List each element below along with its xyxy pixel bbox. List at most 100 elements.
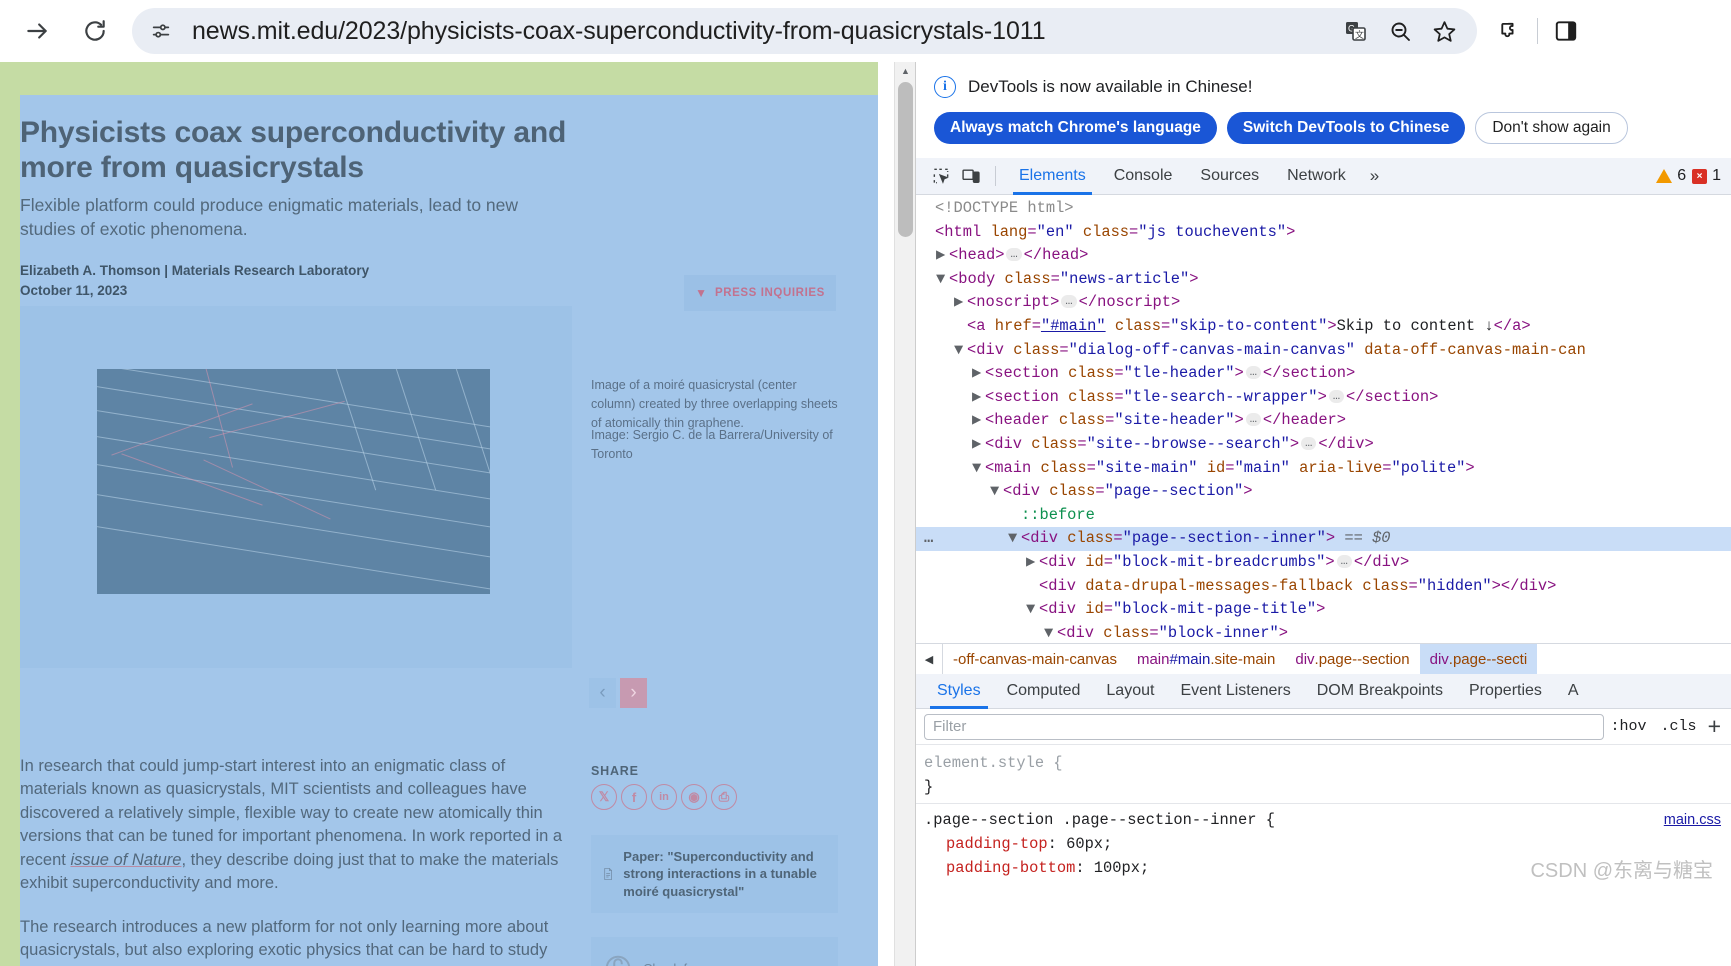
reload-button[interactable] [74,10,116,52]
dom-token: </ [1493,316,1513,335]
error-counter[interactable]: × 1 [1692,167,1721,185]
scrollbar-thumb[interactable] [898,82,913,237]
dom-node[interactable]: <div data-drupal-messages-fallback class… [916,575,1731,599]
tab-computed[interactable]: Computed [994,674,1094,709]
dom-token: "block-mit-breadcrumbs" [1112,552,1326,571]
dom-node[interactable]: ▶ <noscript>… </noscript> [916,291,1731,315]
collapse-arrow-icon[interactable]: ▶ [1026,551,1039,575]
forward-button[interactable] [16,10,58,52]
always-match-language-button[interactable]: Always match Chrome's language [934,112,1217,144]
breadcrumb-item-page-section[interactable]: div .page--section [1285,644,1419,674]
expand-arrow-icon[interactable]: ▼ [972,457,985,481]
breadcrumb-item-page-section-inner[interactable]: div .page--secti [1419,644,1538,674]
new-style-rule-button[interactable]: + [1704,715,1725,738]
nature-issue-link[interactable]: issue of Nature [70,851,181,869]
dom-node[interactable]: ▶ <section class="tle-search--wrapper">… <… [916,386,1731,410]
site-info-button[interactable] [144,14,178,48]
dom-node[interactable]: ▼ <div class="dialog-off-canvas-main-canv… [916,339,1731,363]
dom-node[interactable]: ▶ <header class="site-header">… </header> [916,409,1731,433]
collapse-arrow-icon[interactable]: ▶ [936,244,949,268]
inspect-element-button[interactable] [926,162,956,190]
dom-node[interactable]: ::before [916,504,1731,528]
dont-show-again-button[interactable]: Don't show again [1475,112,1628,144]
address-bar[interactable]: news.mit.edu/2023/physicists-coax-superc… [132,8,1477,54]
tab-properties[interactable]: Properties [1456,674,1555,709]
open-access-card[interactable]: Check for open access [591,937,838,966]
carousel-next-button[interactable]: › [620,678,647,708]
dom-node[interactable]: ▼ <body class="news-article"> [916,268,1731,292]
hover-state-button[interactable]: :hov [1604,718,1654,735]
expand-arrow-icon[interactable]: ▼ [990,480,1003,504]
page-scrollbar[interactable]: ▲ [894,62,915,966]
reddit-icon[interactable]: ◉ [681,784,707,810]
dom-tree[interactable]: <!DOCTYPE html> <html lang="en" class="js… [916,195,1731,643]
collapse-arrow-icon[interactable]: ▶ [954,291,967,315]
article-figure [20,306,572,668]
breadcrumb-scroll-left-button[interactable]: ◀ [916,644,943,674]
print-icon[interactable]: ⎙ [711,784,737,810]
error-count: 1 [1712,167,1721,184]
switch-to-chinese-button[interactable]: Switch DevTools to Chinese [1226,112,1466,144]
dom-node-selected[interactable]: … ▼ <div class="page--section--inner"> == … [916,527,1731,551]
paper-link-card[interactable]: Paper: "Superconductivity and strong int… [591,835,838,913]
dom-token: = [1077,434,1087,453]
tab-console[interactable]: Console [1100,158,1187,195]
dom-node[interactable]: <a href="#main" class="skip-to-content">… [916,315,1731,339]
tab-sources[interactable]: Sources [1186,158,1273,195]
translate-button[interactable]: G 文 [1337,12,1375,50]
tab-styles[interactable]: Styles [924,674,994,709]
paragraph-1: In research that could jump-start intere… [20,755,573,896]
dom-token: div [1336,434,1365,453]
bookmark-button[interactable] [1425,12,1463,50]
chevron-double-right-icon[interactable]: » [1360,166,1389,186]
breadcrumb-item-off-canvas[interactable]: -off-canvas-main-canvas [943,644,1127,674]
dom-node[interactable]: ▶ <section class="tle-header">… </section> [916,362,1731,386]
element-classes-button[interactable]: .cls [1654,718,1704,735]
extensions-button[interactable] [1489,11,1529,51]
collapse-arrow-icon[interactable]: ▶ [972,409,985,433]
collapse-arrow-icon[interactable]: ▶ [972,362,985,386]
rule-element-style[interactable]: element.style { } [924,751,1731,799]
dom-node[interactable]: <html lang="en" class="js touchevents"> [916,221,1731,245]
url-text[interactable]: news.mit.edu/2023/physicists-coax-superc… [192,17,1337,46]
dom-token: > [1170,293,1181,312]
dom-node[interactable]: ▼ <div id="block-mit-page-title"> [916,598,1731,622]
scroll-up-arrow-icon[interactable]: ▲ [895,62,916,80]
dom-node[interactable]: ▼ <div class="page--section"> [916,480,1731,504]
collapse-arrow-icon[interactable]: ▶ [972,433,985,457]
css-declaration[interactable]: padding-bottom: 100px; [924,856,1731,880]
tab-network[interactable]: Network [1273,158,1360,195]
tab-accessibility[interactable]: A [1555,674,1592,709]
dom-node[interactable]: ▶ <head>… </head> [916,244,1731,268]
css-declaration[interactable]: padding-top: 60px; [924,832,1731,856]
linkedin-icon[interactable]: in [651,784,677,810]
dom-node[interactable]: ▼ <main class="site-main" id="main" aria-… [916,457,1731,481]
tab-elements[interactable]: Elements [1005,158,1100,195]
tab-layout[interactable]: Layout [1093,674,1167,709]
carousel-prev-button[interactable]: ‹ [589,678,616,708]
facebook-icon[interactable]: f [621,784,647,810]
dom-node[interactable]: ▼ <div class="block-inner"> [916,622,1731,643]
twitter-x-icon[interactable]: 𝕏 [591,784,617,810]
dom-node[interactable]: ▶ <div class="site--browse--search">… </di… [916,433,1731,457]
tab-event-listeners[interactable]: Event Listeners [1167,674,1303,709]
expand-arrow-icon[interactable]: ▼ [1026,598,1039,622]
expand-arrow-icon[interactable]: ▼ [954,339,967,363]
warning-counter[interactable]: 6 [1656,167,1686,185]
tab-dom-breakpoints[interactable]: DOM Breakpoints [1304,674,1456,709]
stylesheet-source-link[interactable]: main.css [1664,808,1721,832]
breadcrumb-item-main[interactable]: main #main .site-main [1127,644,1285,674]
node-menu-icon[interactable]: … [924,527,934,551]
press-inquiries-button[interactable]: ▼ PRESS INQUIRIES [684,275,836,311]
zoom-button[interactable] [1381,12,1419,50]
expand-arrow-icon[interactable]: ▼ [936,268,949,292]
expand-arrow-icon[interactable]: ▼ [1008,527,1021,551]
rule-page-section-inner[interactable]: .page--section .page--section--inner { m… [924,808,1731,880]
dom-node[interactable]: <!DOCTYPE html> [916,197,1731,221]
device-toolbar-button[interactable] [956,162,986,190]
side-panel-button[interactable] [1546,11,1586,51]
dom-node[interactable]: ▶ <div id="block-mit-breadcrumbs">… </div> [916,551,1731,575]
collapse-arrow-icon[interactable]: ▶ [972,386,985,410]
expand-arrow-icon[interactable]: ▼ [1044,622,1057,643]
styles-filter-input[interactable] [924,713,1604,740]
